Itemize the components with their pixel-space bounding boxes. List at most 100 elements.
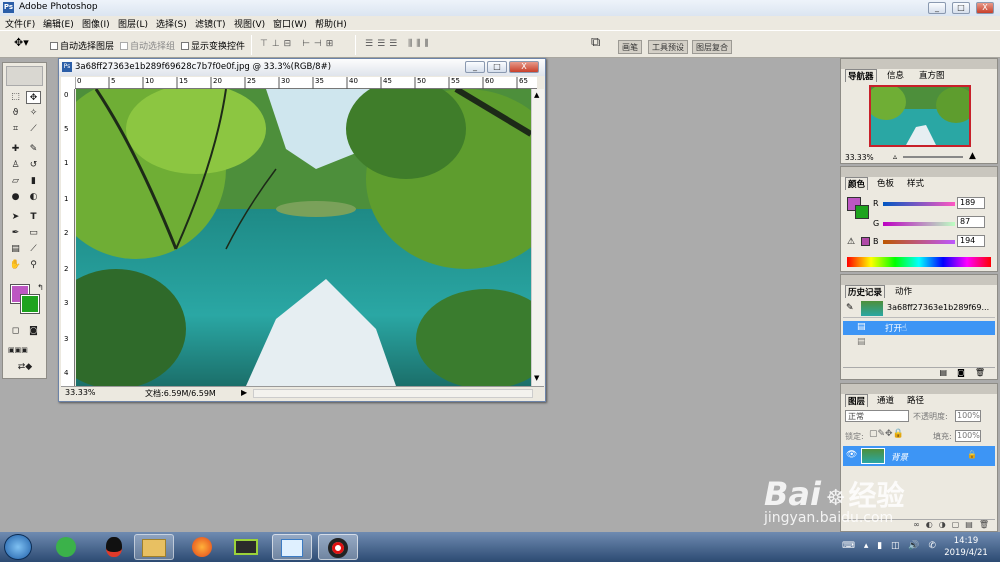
taskbar-firefox-icon[interactable]: [182, 534, 222, 560]
channel-g-slider[interactable]: [883, 222, 955, 226]
auto-select-group-checkbox[interactable]: [120, 42, 128, 50]
zoom-tool-icon[interactable]: ⚲: [26, 259, 41, 272]
channel-r-field[interactable]: 189: [957, 197, 985, 209]
out-of-gamut-warning-icon[interactable]: ⚠: [847, 237, 855, 247]
doc-maximize-button[interactable]: □: [487, 61, 507, 73]
tab-info[interactable]: 信息: [885, 69, 906, 81]
palette-tab-tool-presets[interactable]: 工具预设: [648, 40, 688, 54]
channel-b-field[interactable]: 194: [957, 235, 985, 247]
tab-swatches[interactable]: 色板: [875, 177, 896, 189]
tray-icons[interactable]: ⌨ ▴ ▮ ◫ 🔊 ✆: [842, 541, 939, 551]
swap-colors-icon[interactable]: ↰: [33, 281, 48, 294]
palette-well-icon[interactable]: ⧉: [591, 35, 600, 50]
panel-header[interactable]: [841, 275, 997, 285]
opacity-field[interactable]: 100%: [955, 410, 981, 422]
menu-help[interactable]: 帮助(H): [315, 17, 347, 30]
show-transform-option[interactable]: 显示变换控件: [181, 39, 245, 52]
color-bg-swatch[interactable]: [855, 205, 869, 219]
taskbar-360-icon[interactable]: [46, 534, 86, 560]
menu-layer[interactable]: 图层(L): [118, 17, 148, 30]
channel-b-slider[interactable]: [883, 240, 955, 244]
fill-field[interactable]: 100%: [955, 430, 981, 442]
taskbar-qq-icon[interactable]: [94, 534, 134, 560]
blur-tool-icon[interactable]: ●: [8, 191, 23, 204]
menu-edit[interactable]: 编辑(E): [43, 17, 74, 30]
panel-header[interactable]: [841, 384, 997, 394]
magic-wand-tool-icon[interactable]: ✧: [26, 107, 41, 120]
gradient-tool-icon[interactable]: ▮: [26, 175, 41, 188]
background-color-swatch[interactable]: [20, 294, 40, 314]
marquee-tool-icon[interactable]: ⬚: [8, 91, 23, 104]
taskbar-photoshop-icon[interactable]: [272, 534, 312, 560]
tab-color[interactable]: 颜色: [845, 177, 869, 190]
layer-visibility-eye-icon[interactable]: 👁: [846, 450, 857, 460]
menu-filter[interactable]: 滤镜(T): [195, 17, 226, 30]
document-titlebar[interactable]: Ps 3a68ff27363e1b289f69628c7b7f0e0f.jpg …: [59, 59, 545, 76]
vertical-ruler[interactable]: 0 5 1 1 2 2 3 3 4: [61, 89, 75, 386]
slice-tool-icon[interactable]: ⟋: [26, 123, 41, 136]
ruler-origin[interactable]: [61, 77, 75, 89]
color-spectrum-ramp[interactable]: [847, 257, 991, 267]
path-selection-tool-icon[interactable]: ➤: [8, 211, 23, 224]
close-button[interactable]: X: [976, 2, 994, 14]
zoom-in-icon[interactable]: ▲: [969, 151, 976, 161]
distribute-icons[interactable]: ☰☰☰ ⫼⫼⫼: [365, 39, 433, 49]
align-icons[interactable]: ⊤⊥⊟ ⊢⊣⊞: [260, 39, 337, 49]
panel-header[interactable]: [841, 167, 997, 177]
layer-name[interactable]: 背景: [891, 451, 908, 463]
zoom-readout[interactable]: 33.33%: [65, 388, 96, 397]
dodge-tool-icon[interactable]: ◐: [26, 191, 41, 204]
channel-g-field[interactable]: 87: [957, 216, 985, 228]
palette-tab-brushes[interactable]: 画笔: [618, 40, 642, 54]
menu-select[interactable]: 选择(S): [156, 17, 187, 30]
tab-styles[interactable]: 样式: [905, 177, 926, 189]
maximize-button[interactable]: □: [952, 2, 970, 14]
history-footer-icons[interactable]: ▤◙🗑: [843, 367, 995, 379]
start-button[interactable]: [4, 534, 32, 560]
history-brush-source-icon[interactable]: ✎: [846, 303, 854, 313]
horizontal-ruler[interactable]: 0 5 10 15 20 25 30 35 40 45 50 55 60 65: [75, 77, 537, 89]
eyedropper-tool-icon[interactable]: ⟋: [26, 243, 41, 256]
taskbar-clock[interactable]: 14:19 2019/4/21: [940, 535, 992, 559]
panel-header[interactable]: [841, 59, 997, 69]
history-brush-tool-icon[interactable]: ↺: [26, 159, 41, 172]
taskbar-media-icon[interactable]: [226, 534, 266, 560]
hand-tool-icon[interactable]: ✋: [8, 259, 23, 272]
doc-close-button[interactable]: X: [509, 61, 539, 73]
adobe-feather-icon[interactable]: [6, 66, 43, 86]
tab-channels[interactable]: 通道: [875, 394, 896, 406]
move-tool-icon[interactable]: ✥▾: [14, 36, 29, 49]
blend-mode-select[interactable]: 正常: [845, 410, 909, 422]
show-transform-checkbox[interactable]: [181, 42, 189, 50]
auto-select-layer-checkbox[interactable]: [50, 42, 58, 50]
eraser-tool-icon[interactable]: ▱: [8, 175, 23, 188]
palette-tab-layer-comps[interactable]: 图层复合: [692, 40, 732, 54]
navigator-zoom[interactable]: 33.33%: [845, 153, 874, 162]
tab-history[interactable]: 历史记录: [845, 285, 886, 298]
menu-window[interactable]: 窗口(W): [273, 17, 307, 30]
screen-mode-icon[interactable]: ▣▣▣: [8, 344, 28, 357]
auto-select-group-option[interactable]: 自动选择组: [120, 39, 175, 52]
scroll-down-icon[interactable]: ▼: [534, 374, 539, 382]
notes-tool-icon[interactable]: ▤: [8, 243, 23, 256]
channel-r-slider[interactable]: [883, 202, 955, 206]
auto-select-layer-option[interactable]: 自动选择图层: [50, 39, 114, 52]
horizontal-scrollbar[interactable]: [253, 389, 533, 398]
crop-tool-icon[interactable]: ⌗: [8, 123, 23, 136]
type-tool-icon[interactable]: T: [26, 211, 41, 224]
tab-histogram[interactable]: 直方图: [917, 69, 947, 81]
pen-tool-icon[interactable]: ✒: [8, 227, 23, 240]
tab-actions[interactable]: 动作: [893, 285, 914, 297]
gamut-color-swatch[interactable]: [861, 237, 870, 246]
tab-navigator[interactable]: 导航器: [845, 69, 877, 82]
tab-paths[interactable]: 路径: [905, 394, 926, 406]
minimize-button[interactable]: _: [928, 2, 946, 14]
navigator-thumbnail[interactable]: [869, 85, 971, 147]
clone-stamp-tool-icon[interactable]: ♙: [8, 159, 23, 172]
doc-minimize-button[interactable]: _: [465, 61, 485, 73]
healing-brush-tool-icon[interactable]: ✚: [8, 143, 23, 156]
menu-image[interactable]: 图像(I): [82, 17, 110, 30]
standard-mode-icon[interactable]: ◻: [8, 325, 23, 338]
menu-view[interactable]: 视图(V): [234, 17, 265, 30]
image-canvas[interactable]: [76, 89, 531, 386]
